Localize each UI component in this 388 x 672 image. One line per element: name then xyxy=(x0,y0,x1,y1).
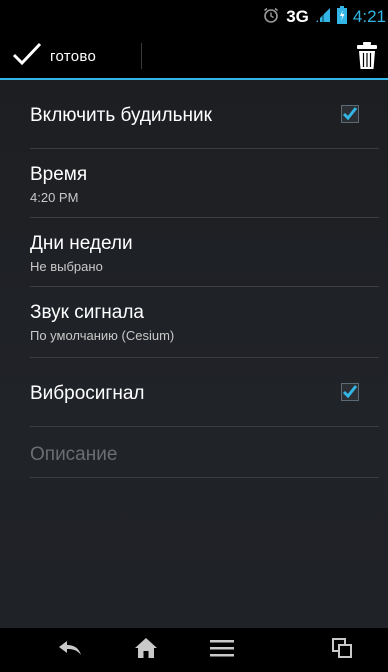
weekdays-label: Дни недели xyxy=(30,233,133,254)
weekdays-row[interactable]: Дни недели Не выбрано xyxy=(30,218,379,287)
enable-alarm-checkbox[interactable] xyxy=(341,105,359,123)
home-icon xyxy=(134,637,158,664)
alarm-clock-icon xyxy=(262,6,280,29)
vibrate-label: Вибросигнал xyxy=(30,383,145,404)
vibrate-row[interactable]: Вибросигнал xyxy=(30,358,379,427)
description-field[interactable]: Описание xyxy=(30,427,379,478)
weekdays-value: Не выбрано xyxy=(30,259,103,274)
status-time: 4:21 xyxy=(352,7,386,26)
delete-button[interactable] xyxy=(354,40,380,72)
time-value: 4:20 PM xyxy=(30,190,79,205)
home-button[interactable] xyxy=(116,628,176,672)
alarm-settings-list: Включить будильник Время 4:20 PM Дни нед… xyxy=(30,80,379,478)
signal-icon xyxy=(315,7,331,28)
time-row[interactable]: Время 4:20 PM xyxy=(30,149,379,218)
vibrate-checkbox[interactable] xyxy=(341,383,359,401)
status-bar: 3G 4:21 xyxy=(0,0,388,34)
action-bar-divider xyxy=(141,43,142,69)
enable-alarm-row[interactable]: Включить будильник xyxy=(30,80,379,149)
done-button[interactable]: готово xyxy=(0,34,141,78)
navigation-bar xyxy=(0,628,388,672)
trash-icon xyxy=(354,42,380,76)
back-icon xyxy=(57,639,83,662)
battery-icon xyxy=(336,5,347,29)
menu-icon xyxy=(210,639,234,662)
network-type-label: 3G xyxy=(286,7,309,26)
back-button[interactable] xyxy=(40,628,100,672)
recent-apps-button[interactable] xyxy=(312,628,372,672)
description-placeholder: Описание xyxy=(30,444,118,465)
alarm-edit-screen: 3G 4:21 готово Включить будильник Время … xyxy=(0,0,388,672)
menu-button[interactable] xyxy=(192,628,252,672)
ringtone-label: Звук сигнала xyxy=(30,302,144,323)
enable-alarm-label: Включить будильник xyxy=(30,105,212,126)
ringtone-value: По умолчанию (Cesium) xyxy=(30,328,175,343)
done-label: готово xyxy=(50,47,97,65)
time-label: Время xyxy=(30,164,88,185)
ringtone-row[interactable]: Звук сигнала По умолчанию (Cesium) xyxy=(30,287,379,358)
recent-apps-icon xyxy=(332,637,352,663)
action-bar: готово xyxy=(0,34,388,78)
checkmark-icon xyxy=(12,41,42,72)
